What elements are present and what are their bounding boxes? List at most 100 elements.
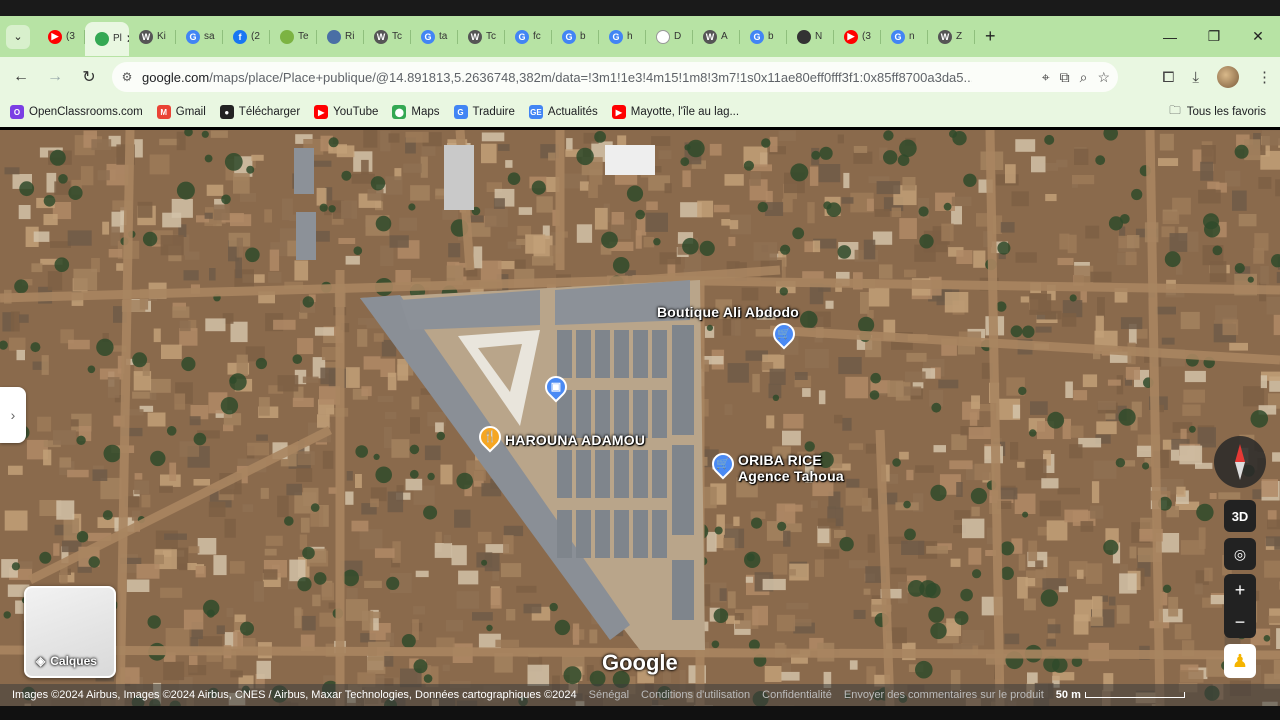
tab-11[interactable]: Gb	[552, 22, 599, 52]
tab-10[interactable]: Gfc	[505, 22, 552, 52]
download-icon[interactable]: ⤓	[1192, 69, 1199, 86]
satellite-map[interactable]: › 🛒 Boutique Ali Abdodo ▣ 🍴 HAROUNA ADAM…	[0, 130, 1280, 707]
tab-1[interactable]: Pl✕	[85, 21, 129, 56]
bookmark-label: OpenClassrooms.com	[29, 106, 143, 118]
bookmarks-bar: O OpenClassrooms.com M Gmail ● Télécharger ▶ Yo…	[0, 97, 1280, 127]
compass-control[interactable]	[1214, 436, 1266, 488]
bookmark-item[interactable]: ▶ YouTube	[314, 105, 378, 119]
tab-title: b	[768, 31, 774, 42]
map-footer: Images ©2024 Airbus, Images ©2024 Airbus…	[0, 684, 1280, 706]
tab-4[interactable]: f (2	[223, 22, 270, 52]
privacy-link[interactable]: Confidentialité	[762, 689, 832, 701]
tab-12[interactable]: Gh	[599, 22, 646, 52]
bookmark-favicon-icon: ●	[219, 105, 234, 119]
imagery-attribution: Images ©2024 Airbus, Images ©2024 Airbus…	[12, 689, 577, 701]
bookmark-item[interactable]: GE Actualités	[528, 105, 598, 119]
tab-favicon-icon: G	[891, 29, 905, 44]
bookmark-label: Actualités	[547, 106, 598, 118]
window-bottom-edge	[0, 706, 1280, 720]
tab-14[interactable]: WA	[693, 22, 740, 52]
install-app-icon[interactable]: ⧉	[1060, 69, 1070, 86]
tab-favicon-icon: ▶	[48, 29, 62, 44]
site-info-icon[interactable]: ⚙	[112, 70, 142, 84]
tab-8[interactable]: Gta	[411, 22, 458, 52]
bookmark-favicon-icon: O	[10, 105, 24, 119]
country-link[interactable]: Sénégal	[589, 689, 629, 701]
zoom-in-button[interactable]: +	[1235, 574, 1246, 606]
back-button[interactable]: ←	[4, 68, 38, 86]
layers-button[interactable]: ◈ Calques	[24, 586, 116, 678]
bookmark-item[interactable]: G Traduire	[453, 105, 515, 119]
place-sublabel-oriba: Agence Tahoua	[738, 468, 844, 484]
bookmark-item[interactable]: ● Télécharger	[219, 105, 300, 119]
tab-title: h	[627, 31, 633, 42]
tab-title: Pl	[113, 33, 122, 44]
place-label-harouna[interactable]: HAROUNA ADAMOU	[505, 432, 645, 448]
tab-13[interactable]: D	[646, 22, 693, 52]
tab-list: ▶(3Pl✕WKiGsaf(2TeRiWTcGtaWTcGfcGbGhDWAGb…	[38, 20, 975, 56]
chevron-down-icon: ⌄	[13, 31, 23, 43]
my-location-button[interactable]: ◎	[1224, 538, 1256, 570]
tab-7[interactable]: W Tc	[364, 22, 411, 52]
minimize-button[interactable]: —	[1148, 29, 1192, 45]
tab-title: (2	[251, 31, 260, 42]
terms-link[interactable]: Conditions d'utilisation	[641, 689, 750, 701]
tab-title: Ki	[157, 31, 166, 42]
profile-avatar[interactable]	[1217, 66, 1239, 88]
tab-favicon-icon: W	[468, 29, 482, 44]
tab-favicon-icon: W	[374, 29, 388, 44]
feedback-link[interactable]: Envoyer des commentaires sur le produit	[844, 689, 1044, 701]
tab-16[interactable]: N	[787, 22, 834, 52]
new-tab-button[interactable]: +	[985, 26, 996, 47]
bookmark-favicon-icon: M	[156, 105, 171, 119]
bookmark-favicon-icon: GE	[528, 105, 543, 119]
forward-button[interactable]: →	[38, 68, 72, 86]
restore-button[interactable]: ❐	[1192, 28, 1236, 45]
tab-favicon-icon: G	[421, 29, 435, 44]
tab-6[interactable]: Ri	[317, 22, 364, 52]
all-bookmarks-button[interactable]: 🗀 Tous les favoris	[1169, 103, 1266, 122]
tab-favicon-icon: G	[562, 29, 576, 44]
tab-title: Tc	[486, 31, 496, 42]
location-icon[interactable]: ⌖	[1042, 69, 1050, 86]
tab-0[interactable]: ▶ (3	[38, 22, 85, 52]
browser-toolbar: ← → ↻ ⚙ google.com/maps/place/Place+publ…	[0, 57, 1280, 97]
bookmark-item[interactable]: M Gmail	[156, 105, 206, 119]
place-label-boutique[interactable]: Boutique Ali Abdodo	[657, 304, 799, 320]
bookmark-item[interactable]: ▶ Mayotte, l'île au lag...	[611, 105, 739, 119]
tab-title: (3	[66, 31, 75, 42]
tab-2[interactable]: W Ki	[129, 22, 176, 52]
bookmark-star-icon[interactable]: ☆	[1097, 69, 1110, 86]
scale-bar-line	[1084, 692, 1185, 698]
street-view-pegman[interactable]: ♟	[1224, 644, 1256, 678]
zoom-out-button[interactable]: −	[1235, 606, 1246, 638]
tab-19[interactable]: WZ	[928, 22, 975, 52]
tab-title: n	[909, 31, 915, 42]
tab-9[interactable]: W Tc	[458, 22, 505, 52]
tab-5[interactable]: Te	[270, 22, 317, 52]
menu-icon[interactable]: ⋮	[1257, 68, 1272, 86]
tab-title: D	[674, 31, 682, 42]
tab-15[interactable]: Gb	[740, 22, 787, 52]
bookmark-item[interactable]: ⬤ Maps	[392, 105, 440, 119]
bookmark-item[interactable]: O OpenClassrooms.com	[10, 105, 143, 119]
reload-button[interactable]: ↻	[72, 67, 106, 87]
tab-18[interactable]: Gn	[881, 22, 928, 52]
tab-favicon-icon	[280, 29, 294, 44]
url-text[interactable]: google.com/maps/place/Place+publique/@14…	[142, 70, 972, 85]
place-label-oriba[interactable]: ORIBA RICE	[738, 452, 822, 468]
3d-toggle-button[interactable]: 3D	[1224, 500, 1256, 532]
scale-label: 50 m	[1055, 689, 1081, 701]
scale-bar[interactable]: 50 m	[1056, 689, 1185, 701]
close-window-button[interactable]: ✕	[1236, 28, 1280, 45]
tab-3[interactable]: Gsa	[176, 22, 223, 52]
layers-label: Calques	[50, 654, 97, 668]
zoom-icon[interactable]: ⌕	[1080, 69, 1088, 86]
tab-title: Te	[298, 31, 309, 42]
tab-favicon-icon: G	[750, 29, 764, 44]
address-bar[interactable]: ⚙ google.com/maps/place/Place+publique/@…	[112, 62, 1118, 92]
tab-17[interactable]: ▶ (3	[834, 22, 881, 52]
tab-search-button[interactable]: ⌄	[6, 24, 30, 49]
extensions-icon[interactable]: ⧠	[1162, 69, 1174, 86]
expand-side-panel-button[interactable]: ›	[0, 387, 26, 443]
